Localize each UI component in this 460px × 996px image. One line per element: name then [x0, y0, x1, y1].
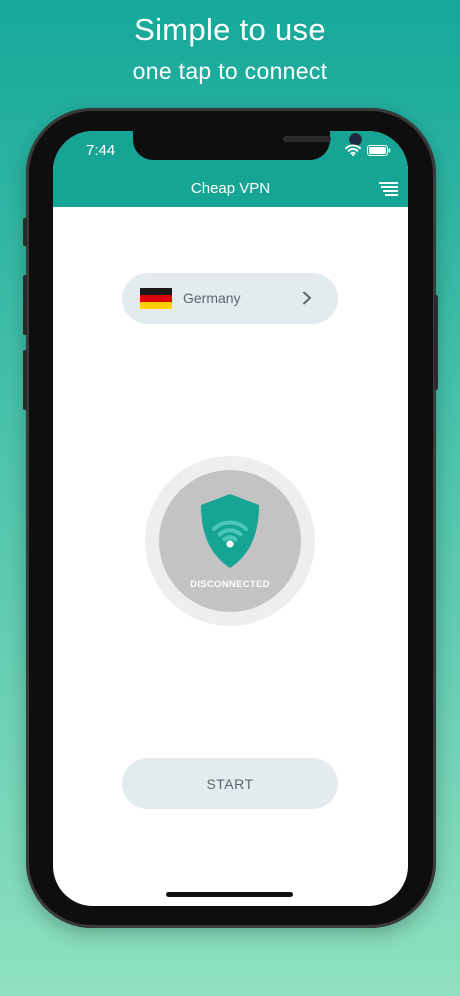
phone-screen: 7:44 Cheap VPN Germany DISCONNECTED STAR… [53, 131, 408, 906]
app-title: Cheap VPN [190, 180, 271, 197]
phone-volume-down [23, 350, 27, 410]
speaker-grille [283, 136, 331, 142]
flag-stripe-black [140, 288, 172, 295]
germany-flag-icon [140, 288, 172, 309]
flag-stripe-gold [140, 302, 172, 309]
wifi-icon [345, 144, 361, 156]
promo-title: Simple to use [134, 12, 326, 47]
country-name: Germany [183, 290, 241, 306]
battery-icon [367, 145, 391, 156]
home-indicator [166, 892, 293, 897]
country-selector[interactable]: Germany [122, 273, 338, 324]
shield-wifi-icon [201, 494, 259, 568]
app-header: 7:44 Cheap VPN [53, 131, 408, 207]
phone-volume-up [23, 275, 27, 335]
notch [133, 131, 362, 160]
phone-mute-switch [23, 218, 27, 246]
chevron-right-icon [303, 291, 311, 305]
connection-status: DISCONNECTED [190, 579, 270, 590]
status-time: 7:44 [86, 142, 116, 159]
flag-stripe-red [140, 295, 172, 302]
promo-subtitle: one tap to connect [132, 58, 328, 84]
phone-power-button [434, 295, 438, 390]
start-button[interactable]: START [122, 758, 338, 809]
menu-icon[interactable] [379, 182, 398, 196]
